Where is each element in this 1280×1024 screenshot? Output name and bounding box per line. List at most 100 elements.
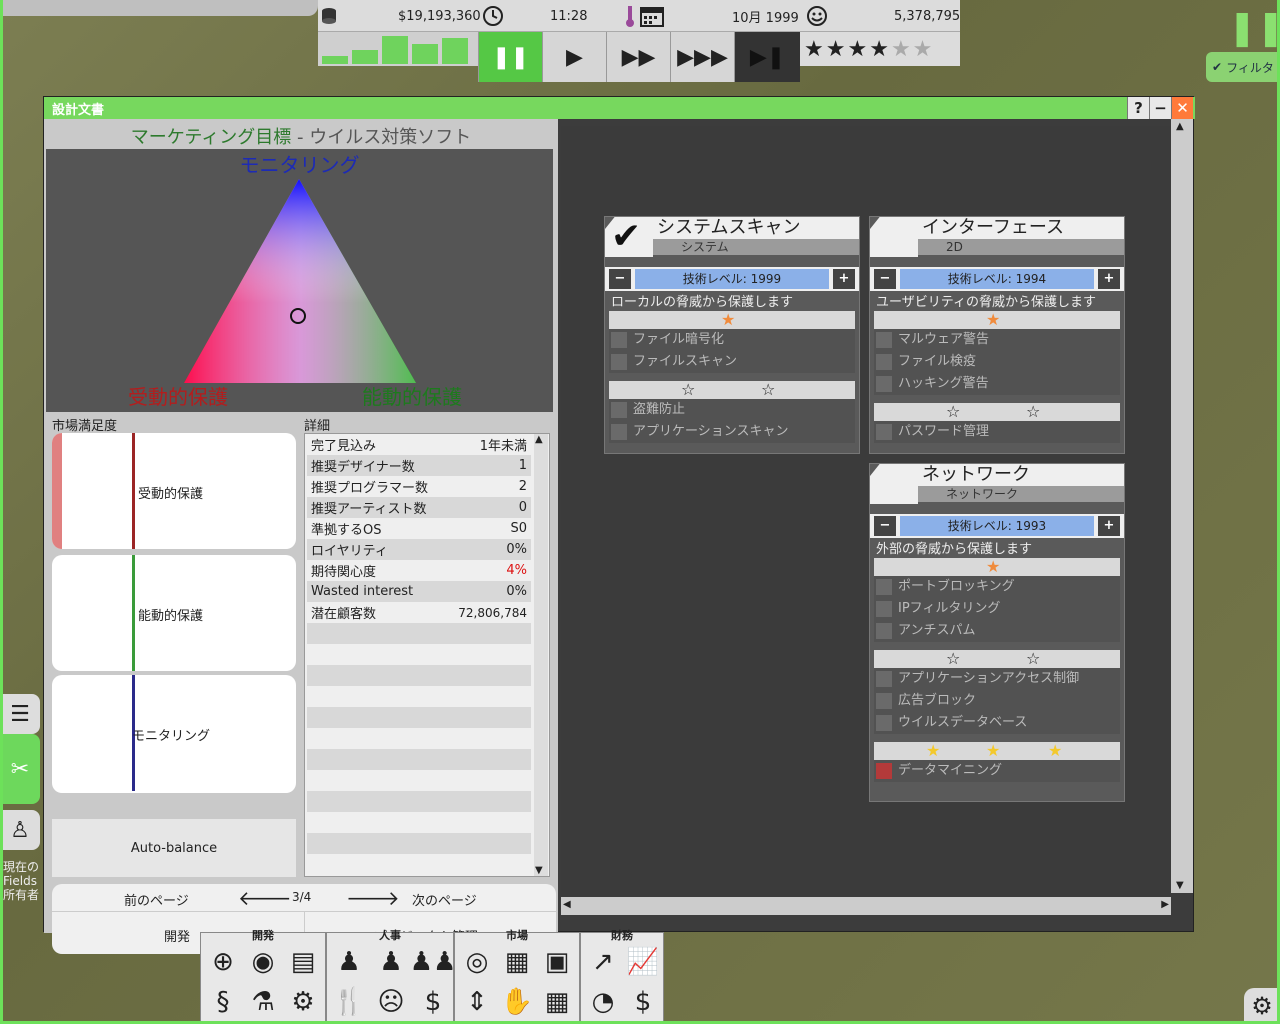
furniture-button[interactable]: ♙ <box>0 810 40 850</box>
pie-chart-icon[interactable]: ◔ <box>583 983 623 1021</box>
server-icon[interactable]: ▤ <box>283 943 323 981</box>
tier-3-header: ★ ★ ★ <box>874 742 1120 760</box>
discs-icon[interactable]: ◎ <box>457 943 497 981</box>
scroll-up-icon[interactable]: ▲ <box>1176 121 1184 132</box>
scroll-up-icon[interactable]: ▲ <box>535 434 543 445</box>
scroll-down-icon[interactable]: ▼ <box>1176 880 1184 891</box>
subfeature-item[interactable]: ハッキング警告 <box>874 373 1120 395</box>
tech-decrease-button[interactable]: − <box>609 269 631 289</box>
checkbox[interactable] <box>876 376 892 392</box>
layers-button[interactable]: ☰ <box>0 694 40 734</box>
checkbox[interactable] <box>876 424 892 440</box>
subfeature-item[interactable]: ポートブロッキング <box>874 576 1120 598</box>
detail-key: ロイヤリティ <box>311 544 388 559</box>
close-button[interactable]: ✕ <box>1171 97 1193 119</box>
line-chart-icon[interactable]: 📈 <box>623 943 663 981</box>
color-triangle[interactable] <box>46 149 553 412</box>
handshake-icon[interactable]: ✋ <box>497 983 537 1021</box>
trend-up-icon[interactable]: ↗ <box>583 943 623 981</box>
checkbox[interactable] <box>876 693 892 709</box>
filter-button[interactable]: ✔ フィルタ <box>1206 52 1280 82</box>
subfeature-item[interactable]: 盗難防止 <box>609 399 855 421</box>
checkbox[interactable] <box>876 579 892 595</box>
faster-button[interactable]: ▶▶▶ <box>670 32 734 82</box>
fast-forward-button[interactable]: ▶▶ <box>606 32 670 82</box>
subfeature-item[interactable]: マルウェア警告 <box>874 329 1120 351</box>
play-button[interactable]: ▶ <box>542 32 606 82</box>
checkbox[interactable] <box>876 671 892 687</box>
checkbox[interactable] <box>611 402 627 418</box>
feature-interface[interactable]: インターフェース 2D − 技術レベル: 1994 + ユーザビリティの脅威から… <box>869 216 1125 454</box>
canvas-vertical-scrollbar[interactable]: ▲ ▼ <box>1171 119 1193 893</box>
tech-increase-button[interactable]: + <box>833 269 855 289</box>
next-page-button[interactable]: 次のページ <box>412 890 477 909</box>
subfeature-item[interactable]: ウイルスデータベース <box>874 712 1120 734</box>
feature-system-scan[interactable]: ✔ システムスキャン システム − 技術レベル: 1999 + ローカルの脅威か… <box>604 216 860 454</box>
tech-decrease-button[interactable]: − <box>874 516 896 536</box>
checkbox[interactable] <box>876 623 892 639</box>
checkbox[interactable] <box>876 332 892 348</box>
build-tools-button[interactable]: ✂ <box>0 734 40 804</box>
pause-button[interactable]: ❚❚ <box>478 32 542 82</box>
hire-icon[interactable]: ♟ <box>371 943 411 981</box>
develop-button[interactable]: 開発 <box>164 926 190 945</box>
subfeature-item[interactable]: パスワード管理 <box>874 421 1120 443</box>
scroll-left-icon[interactable]: ◀ <box>563 899 571 910</box>
subfeature-item[interactable]: アプリケーションアクセス制御 <box>874 668 1120 690</box>
salary-icon[interactable]: $ <box>413 983 453 1021</box>
checkbox[interactable] <box>611 332 627 348</box>
feature-network[interactable]: ネットワーク ネットワーク − 技術レベル: 1993 + 外部の脅威から保護し… <box>869 463 1125 802</box>
subfeature-item[interactable]: 広告ブロック <box>874 690 1120 712</box>
prev-page-button[interactable]: 前のページ <box>124 890 189 909</box>
subfeature-item[interactable]: ファイル暗号化 <box>609 329 855 351</box>
building-icon[interactable]: ▦ <box>497 943 537 981</box>
detail-row: 準拠するOS S0 <box>307 518 531 539</box>
team-icon[interactable]: ♟♟ <box>410 943 457 981</box>
subfeature-item[interactable]: ファイルスキャン <box>609 351 855 373</box>
arrow-left-icon[interactable]: 🡐 <box>238 886 292 910</box>
satisfaction-card-monitoring: モニタリング <box>52 675 296 793</box>
tier-2-header: ☆ ☆ <box>609 381 855 399</box>
checkbox[interactable] <box>876 601 892 617</box>
details-scrollbar[interactable]: ▲ ▼ <box>534 434 548 876</box>
checkbox[interactable] <box>876 354 892 370</box>
disc-icon[interactable]: ◉ <box>243 943 283 981</box>
gear-icon[interactable]: ⚙ <box>283 983 323 1021</box>
canvas-horizontal-scrollbar[interactable]: ◀ ▶ <box>561 897 1171 915</box>
star-icon: ★ <box>825 36 848 62</box>
checkbox[interactable] <box>876 763 892 779</box>
document-icon[interactable]: § <box>203 983 243 1021</box>
subfeature-item[interactable]: アプリケーションスキャン <box>609 421 855 443</box>
tech-increase-button[interactable]: + <box>1098 516 1120 536</box>
newspaper-icon[interactable]: ▣ <box>537 943 577 981</box>
distribution-icon[interactable]: ⇕ <box>457 983 497 1021</box>
auto-balance-button[interactable]: Auto-balance <box>52 819 296 877</box>
settings-button[interactable]: ⚙ <box>1244 988 1280 1024</box>
food-icon[interactable]: 🍴 <box>329 983 369 1021</box>
subfeature-item[interactable]: IPフィルタリング <box>874 598 1120 620</box>
scroll-right-icon[interactable]: ▶ <box>1161 899 1169 910</box>
arrow-right-icon[interactable]: 🡒 <box>346 886 400 910</box>
window-titlebar[interactable]: 設計文書 <box>44 97 1195 119</box>
star-icon: ★ <box>890 36 913 62</box>
checkbox[interactable] <box>611 354 627 370</box>
marketing-triangle[interactable]: モニタリング 受動的保護 能動的保護 <box>46 149 553 412</box>
calendar-icon[interactable]: ▦ <box>537 983 577 1021</box>
scroll-down-icon[interactable]: ▼ <box>535 865 543 876</box>
skip-button[interactable]: ▶❚ <box>734 32 800 82</box>
subfeature-item[interactable]: データマイニング <box>874 760 1120 782</box>
checkbox[interactable] <box>876 715 892 731</box>
checkbox[interactable] <box>611 424 627 440</box>
help-button[interactable]: ? <box>1127 97 1149 119</box>
sad-face-icon[interactable]: ☹ <box>371 983 411 1021</box>
minimize-button[interactable]: − <box>1149 97 1171 119</box>
person-icon[interactable]: ♟ <box>329 943 369 981</box>
tech-increase-button[interactable]: + <box>1098 269 1120 289</box>
subfeature-item[interactable]: ファイル検疫 <box>874 351 1120 373</box>
dollar-icon[interactable]: $ <box>623 983 663 1021</box>
flask-icon[interactable]: ⚗ <box>243 983 283 1021</box>
tech-decrease-button[interactable]: − <box>874 269 896 289</box>
subfeature-item[interactable]: アンチスパム <box>874 620 1120 642</box>
new-product-icon[interactable]: ⊕ <box>203 943 243 981</box>
time-value: 11:28 <box>550 8 588 24</box>
